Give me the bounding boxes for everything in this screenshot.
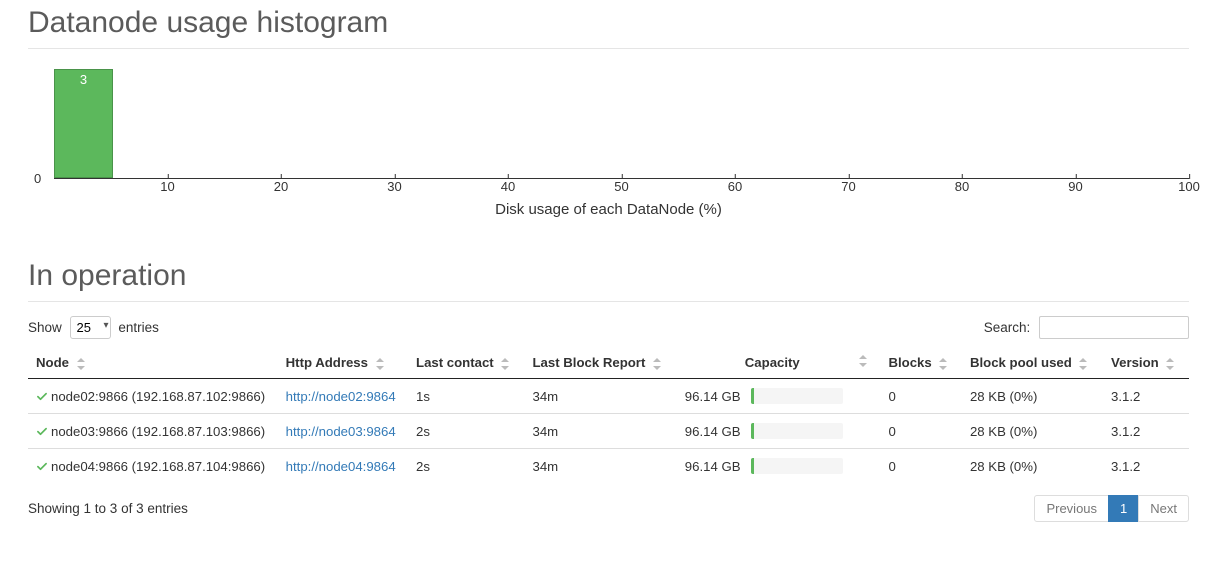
x-tick-30: 30 bbox=[387, 179, 401, 194]
histogram-x-ticks: 10 20 30 40 50 60 70 80 90 100 bbox=[54, 179, 1189, 197]
capacity-bar bbox=[751, 388, 843, 404]
cell-last-block-report: 34m bbox=[524, 414, 676, 449]
cell-version: 3.1.2 bbox=[1103, 414, 1189, 449]
table-row: node04:9866 (192.168.87.104:9866) http://… bbox=[28, 449, 1189, 484]
histogram-title: Datanode usage histogram bbox=[28, 6, 1189, 49]
cell-last-contact: 1s bbox=[408, 379, 524, 414]
pagination: Previous 1 Next bbox=[1035, 495, 1189, 522]
check-icon bbox=[36, 426, 48, 438]
sort-icon bbox=[500, 358, 514, 370]
x-tick-50: 50 bbox=[614, 179, 628, 194]
cell-last-contact: 2s bbox=[408, 414, 524, 449]
histogram-bar-0: 3 bbox=[54, 69, 113, 178]
cell-last-contact: 2s bbox=[408, 449, 524, 484]
cell-http: http://node04:9864 bbox=[278, 449, 408, 484]
length-show-label: Show bbox=[28, 320, 62, 335]
search-label: Search: bbox=[984, 320, 1031, 335]
cell-last-block-report: 34m bbox=[524, 379, 676, 414]
th-block-pool-used[interactable]: Block pool used bbox=[962, 347, 1103, 379]
x-tick-80: 80 bbox=[955, 179, 969, 194]
x-tick-40: 40 bbox=[501, 179, 515, 194]
sort-icon bbox=[375, 358, 389, 370]
cell-capacity: 96.14 GB bbox=[677, 379, 881, 414]
cell-blocks: 0 bbox=[880, 379, 961, 414]
sort-icon bbox=[858, 355, 872, 367]
th-version[interactable]: Version bbox=[1103, 347, 1189, 379]
cell-node: node04:9866 (192.168.87.104:9866) bbox=[28, 449, 278, 484]
previous-button[interactable]: Previous bbox=[1034, 495, 1109, 522]
page-1-button[interactable]: 1 bbox=[1108, 495, 1139, 522]
x-tick-10: 10 bbox=[160, 179, 174, 194]
sort-icon bbox=[1165, 358, 1179, 370]
th-blocks[interactable]: Blocks bbox=[880, 347, 961, 379]
sort-icon bbox=[652, 358, 666, 370]
cell-http: http://node02:9864 bbox=[278, 379, 408, 414]
cell-capacity: 96.14 GB bbox=[677, 414, 881, 449]
http-address-link[interactable]: http://node04:9864 bbox=[286, 459, 396, 474]
histogram-xlabel: Disk usage of each DataNode (%) bbox=[28, 201, 1189, 218]
cell-node: node02:9866 (192.168.87.102:9866) bbox=[28, 379, 278, 414]
sort-icon bbox=[938, 358, 952, 370]
http-address-link[interactable]: http://node02:9864 bbox=[286, 389, 396, 404]
sort-icon bbox=[76, 358, 90, 370]
cell-block-pool-used: 28 KB (0%) bbox=[962, 379, 1103, 414]
histogram-y-zero: 0 bbox=[34, 171, 41, 186]
length-control: Show 25 entries bbox=[28, 316, 159, 339]
page-length-select[interactable]: 25 bbox=[70, 316, 111, 339]
th-node[interactable]: Node bbox=[28, 347, 278, 379]
cell-blocks: 0 bbox=[880, 414, 961, 449]
th-http[interactable]: Http Address bbox=[278, 347, 408, 379]
cell-version: 3.1.2 bbox=[1103, 449, 1189, 484]
cell-block-pool-used: 28 KB (0%) bbox=[962, 414, 1103, 449]
check-icon bbox=[36, 461, 48, 473]
cell-node: node03:9866 (192.168.87.103:9866) bbox=[28, 414, 278, 449]
histogram-plot-area: 0 3 bbox=[54, 69, 1189, 179]
capacity-bar bbox=[751, 458, 843, 474]
x-tick-90: 90 bbox=[1068, 179, 1082, 194]
length-entries-label: entries bbox=[118, 320, 159, 335]
x-tick-60: 60 bbox=[728, 179, 742, 194]
search-input[interactable] bbox=[1039, 316, 1189, 339]
cell-blocks: 0 bbox=[880, 449, 961, 484]
http-address-link[interactable]: http://node03:9864 bbox=[286, 424, 396, 439]
cell-http: http://node03:9864 bbox=[278, 414, 408, 449]
table-row: node02:9866 (192.168.87.102:9866) http://… bbox=[28, 379, 1189, 414]
x-tick-70: 70 bbox=[841, 179, 855, 194]
cell-version: 3.1.2 bbox=[1103, 379, 1189, 414]
th-last-contact[interactable]: Last contact bbox=[408, 347, 524, 379]
th-last-block-report[interactable]: Last Block Report bbox=[524, 347, 676, 379]
table-info: Showing 1 to 3 of 3 entries bbox=[28, 501, 188, 516]
x-tick-20: 20 bbox=[274, 179, 288, 194]
th-capacity[interactable]: Capacity bbox=[677, 347, 881, 379]
histogram-chart: 0 3 10 20 30 40 50 60 70 80 90 100 Disk … bbox=[28, 69, 1189, 219]
cell-capacity: 96.14 GB bbox=[677, 449, 881, 484]
datanode-table: Node Http Address Last contact Last Bloc… bbox=[28, 347, 1189, 483]
cell-block-pool-used: 28 KB (0%) bbox=[962, 449, 1103, 484]
check-icon bbox=[36, 391, 48, 403]
cell-last-block-report: 34m bbox=[524, 449, 676, 484]
x-tick-100: 100 bbox=[1178, 179, 1200, 194]
next-button[interactable]: Next bbox=[1138, 495, 1189, 522]
sort-icon bbox=[1078, 358, 1092, 370]
search-control: Search: bbox=[984, 316, 1189, 339]
in-operation-title: In operation bbox=[28, 259, 1189, 302]
table-row: node03:9866 (192.168.87.103:9866) http://… bbox=[28, 414, 1189, 449]
capacity-bar bbox=[751, 423, 843, 439]
